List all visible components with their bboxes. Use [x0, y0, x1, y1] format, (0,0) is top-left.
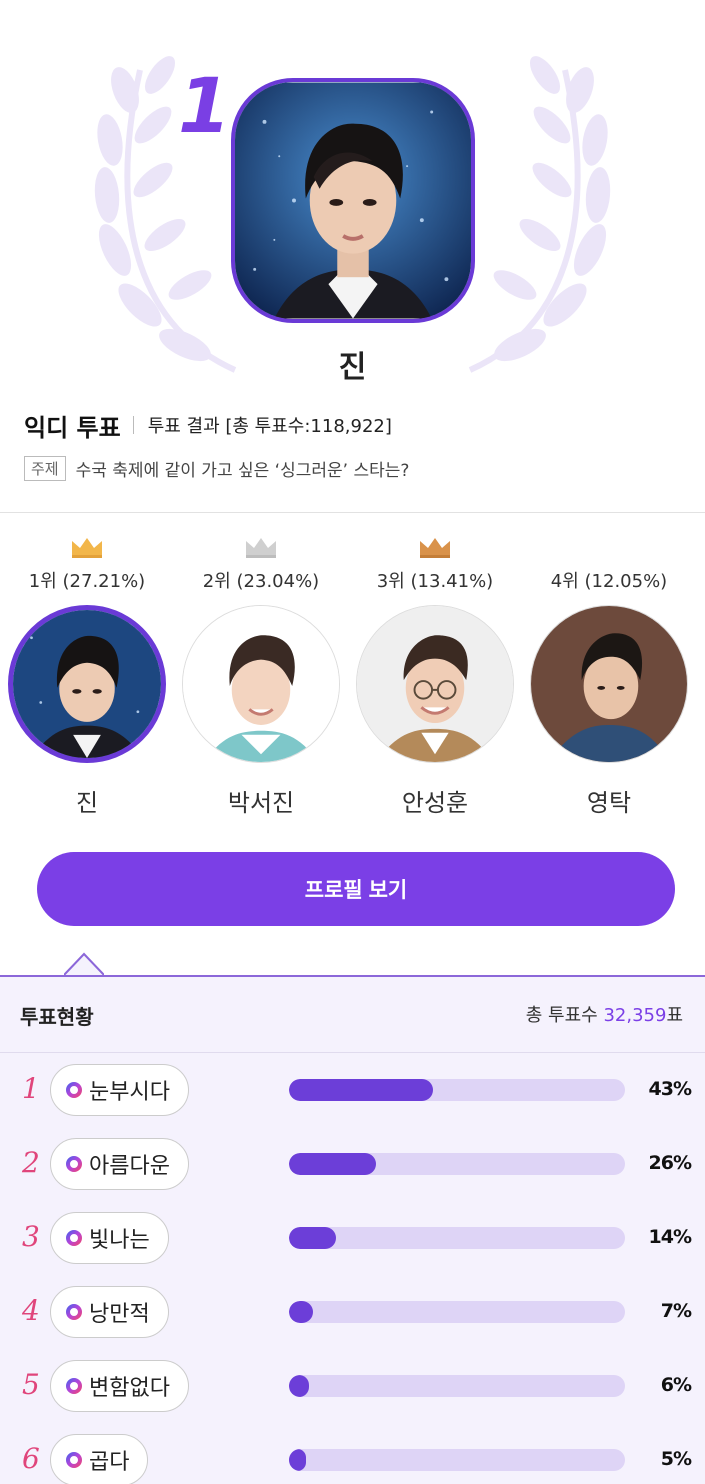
vote-progress-track: [289, 1153, 625, 1175]
vote-progress-fill: [289, 1449, 306, 1471]
ranker-percent: 1위 (27.21%): [28, 571, 146, 592]
vote-progress-track: [289, 1301, 625, 1323]
laurel-right-icon: [468, 56, 611, 373]
option-ring-icon: [66, 1452, 82, 1468]
vote-status-header: 투표현황 총 투표수 32,359표: [0, 977, 705, 1053]
vote-option-label: 눈부시다: [89, 1080, 170, 1105]
ranker-name: 박서진: [227, 789, 295, 817]
vote-option-chip[interactable]: 빛나는: [50, 1212, 169, 1264]
vote-progress-track: [289, 1375, 625, 1397]
ranker-avatar[interactable]: [182, 605, 340, 763]
vote-total-prefix: 총 투표수: [525, 1005, 604, 1026]
ranker-name: 안성훈: [401, 789, 469, 817]
view-profile-button[interactable]: 프로필 보기: [37, 852, 675, 926]
vote-option-row: 6 곱다 5%: [0, 1434, 705, 1484]
vote-option-chip[interactable]: 낭만적: [50, 1286, 169, 1338]
vote-option-chip[interactable]: 곱다: [50, 1434, 149, 1484]
vote-result-label: 투표 결과 [총 투표수:118,922]: [147, 416, 392, 437]
vote-option-row: 2 아름다운 26%: [0, 1138, 705, 1192]
vote-progress-fill: [289, 1301, 313, 1323]
vote-option-chip[interactable]: 변함없다: [50, 1360, 189, 1412]
vote-option-label: 낭만적: [89, 1302, 150, 1327]
vote-option-rank: 1: [22, 1072, 40, 1105]
ranker-photo-jin: [13, 610, 161, 758]
vote-option-label: 곱다: [89, 1450, 130, 1475]
vote-option-percent: 26%: [648, 1152, 692, 1174]
vote-option-percent: 14%: [648, 1226, 692, 1248]
ranker-avatar[interactable]: [8, 605, 166, 763]
bronze-crown-icon: [420, 538, 450, 558]
ranker-name: 진: [75, 789, 99, 817]
ranker-avatar[interactable]: [356, 605, 514, 763]
vote-status-title: 투표현황: [20, 1005, 94, 1029]
vote-option-row: 1 눈부시다 43%: [0, 1064, 705, 1118]
option-ring-icon: [66, 1304, 82, 1320]
ranker-percent: 3위 (13.41%): [376, 571, 494, 592]
vote-option-percent: 43%: [648, 1078, 692, 1100]
title-separator: [132, 416, 134, 434]
option-ring-icon: [66, 1230, 82, 1246]
vote-option-percent: 7%: [660, 1300, 692, 1322]
vote-option-row: 4 낭만적 7%: [0, 1286, 705, 1340]
topic-tag: 주제: [24, 456, 66, 481]
vote-total-suffix: 표: [666, 1005, 683, 1026]
ranker-photo-youngtak: [531, 606, 687, 762]
vote-option-rank: 6: [22, 1442, 40, 1475]
winner-rank-number: 1: [178, 61, 231, 150]
ranker-card-2[interactable]: 2위 (23.04%) 박서진: [174, 525, 348, 818]
winner-portrait-image: [235, 82, 471, 319]
crown-placeholder: [522, 535, 696, 559]
top-rankers: 1위 (27.21%) 진 2위 (23.04%) 박서진 3위 (13.41%…: [0, 525, 705, 835]
silver-crown-icon: [246, 538, 276, 558]
ranker-card-3[interactable]: 3위 (13.41%) 안성훈: [348, 525, 522, 818]
vote-option-label: 변함없다: [89, 1376, 170, 1401]
ranker-name: 영탁: [586, 789, 632, 817]
vote-option-rank: 5: [22, 1368, 40, 1401]
ranker-percent: 2위 (23.04%): [202, 571, 320, 592]
winner-hero: 1 진: [0, 0, 705, 395]
option-ring-icon: [66, 1156, 82, 1172]
ranker-photo-park-seojin: [183, 606, 339, 762]
vote-total: 총 투표수 32,359표: [526, 1001, 683, 1027]
option-ring-icon: [66, 1378, 82, 1394]
ranker-card-4[interactable]: 4위 (12.05%) 영탁: [522, 525, 696, 818]
section-divider: [0, 512, 705, 513]
gold-crown-icon: [72, 538, 102, 558]
ranker-card-1[interactable]: 1위 (27.21%) 진: [0, 525, 174, 818]
vote-option-rank: 2: [22, 1146, 40, 1179]
ranker-photo-ahn-sunghoon: [357, 606, 513, 762]
vote-progress-track: [289, 1227, 625, 1249]
vote-option-label: 빛나는: [89, 1228, 150, 1253]
vote-option-row: 5 변함없다 6%: [0, 1360, 705, 1414]
vote-option-rank: 4: [22, 1294, 40, 1327]
ranker-percent: 4위 (12.05%): [550, 571, 668, 592]
vote-option-label: 아름다운: [89, 1154, 170, 1179]
vote-progress-track: [289, 1079, 625, 1101]
vote-option-row: 3 빛나는 14%: [0, 1212, 705, 1266]
vote-total-value: 32,359: [603, 1005, 667, 1026]
vote-option-chip[interactable]: 눈부시다: [50, 1064, 189, 1116]
topic-question: 수국 축제에 같이 가고 싶은 ‘싱그러운’ 스타는?: [75, 461, 410, 481]
vote-progress-fill: [289, 1079, 434, 1101]
vote-option-percent: 6%: [660, 1374, 692, 1396]
winner-photo[interactable]: [231, 78, 475, 323]
vote-option-percent: 5%: [660, 1448, 692, 1470]
vote-title-row: 익디 투표 투표 결과 [총 투표수:118,922]: [24, 408, 392, 442]
option-ring-icon: [66, 1082, 82, 1098]
brand-title: 익디 투표: [24, 413, 121, 442]
topic-row: 주제 수국 축제에 같이 가고 싶은 ‘싱그러운’ 스타는?: [24, 456, 409, 481]
vote-option-rank: 3: [22, 1220, 40, 1253]
vote-option-chip[interactable]: 아름다운: [50, 1138, 189, 1190]
vote-progress-track: [289, 1449, 625, 1471]
panel-notch: [64, 952, 104, 976]
ranker-avatar[interactable]: [530, 605, 688, 763]
winner-name: 진: [338, 350, 367, 385]
vote-progress-fill: [289, 1153, 377, 1175]
vote-progress-fill: [289, 1375, 310, 1397]
vote-progress-fill: [289, 1227, 337, 1249]
